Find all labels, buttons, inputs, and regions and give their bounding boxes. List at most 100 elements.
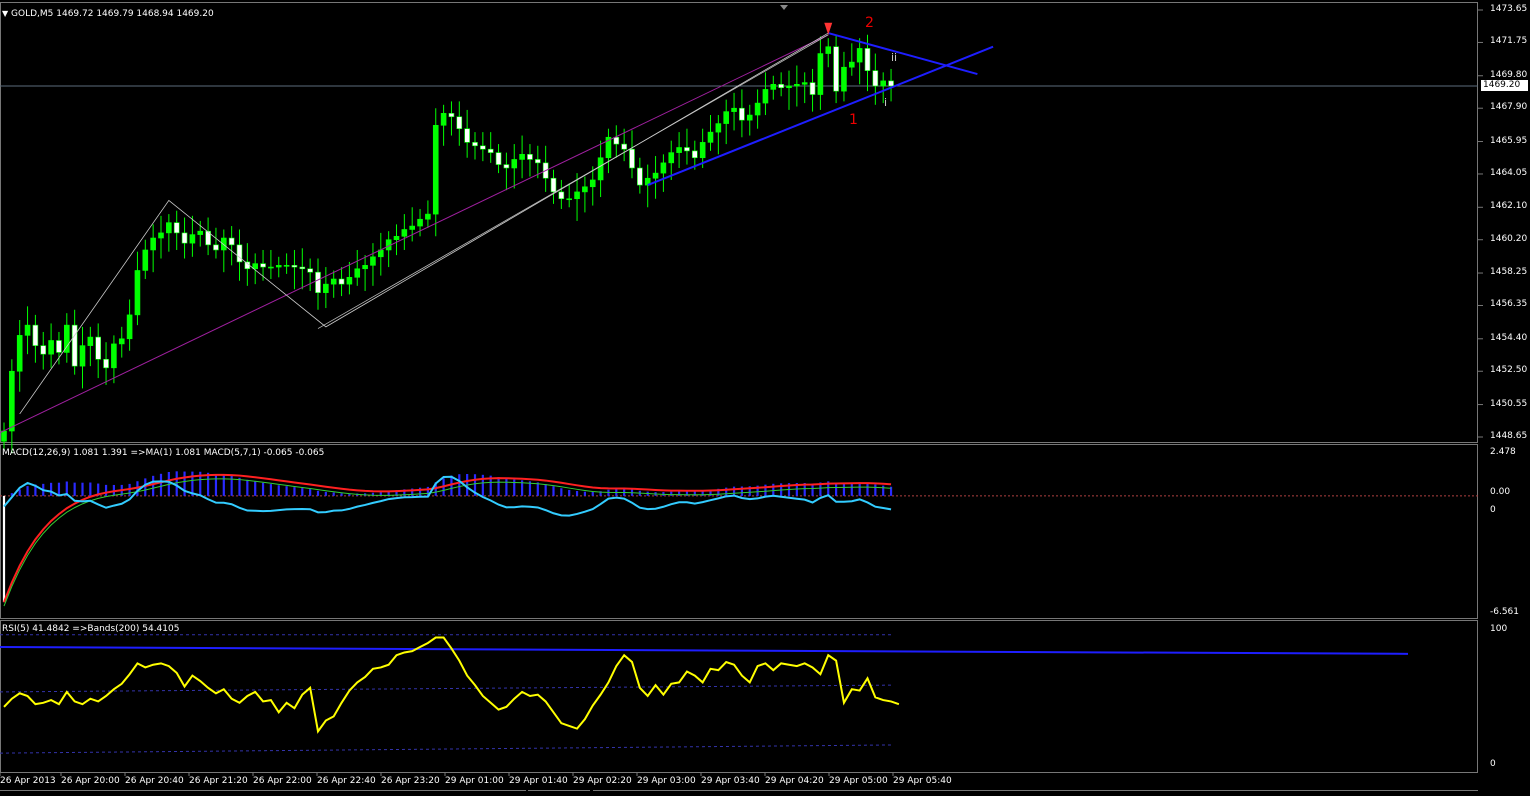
candle-body xyxy=(71,324,78,367)
candle-body xyxy=(825,46,832,54)
candle-body xyxy=(637,167,643,186)
candle-body xyxy=(495,152,502,165)
candle-body xyxy=(699,142,706,159)
candle-body xyxy=(817,53,824,95)
candle-body xyxy=(401,229,408,237)
candle-body xyxy=(558,191,565,200)
candle-body xyxy=(260,263,266,268)
candle-body xyxy=(252,263,258,270)
candle-body xyxy=(1,430,7,442)
rsi-tick-top: 100 xyxy=(1490,624,1508,634)
time-tick-label: 29 Apr 05:00 xyxy=(829,776,888,786)
price-tick-label: 1471.75 xyxy=(1490,36,1528,47)
time-tick-label: 26 Apr 22:40 xyxy=(317,776,376,786)
candle-body xyxy=(338,278,345,285)
price-tick-label: 1448.65 xyxy=(1490,431,1528,441)
candle-body xyxy=(582,186,588,193)
price-tick-label: 1465.95 xyxy=(1490,135,1528,146)
candle-body xyxy=(794,83,800,87)
scroll-marker-icon xyxy=(780,5,788,10)
price-tick-label: 1469.80 xyxy=(1490,69,1528,80)
price-tick-label: 1464.05 xyxy=(1490,167,1528,178)
candle-body xyxy=(354,268,361,278)
candle-body xyxy=(566,198,573,201)
candle-body xyxy=(550,177,557,193)
candle-body xyxy=(221,237,227,251)
candle-body xyxy=(268,266,274,269)
candle-body xyxy=(660,162,667,174)
symbol-header: ▼ GOLD,M5 1469.72 1469.79 1468.94 1469.2… xyxy=(2,9,214,19)
candle-body xyxy=(480,145,486,150)
candle-body xyxy=(527,154,533,160)
price-tick-label: 1456.35 xyxy=(1490,299,1528,310)
macd-title: MACD(12,26,9) 1.081 1.391 =>MA(1) 1.081 … xyxy=(2,448,325,458)
macd-tick-zero-right: 0 xyxy=(1490,505,1496,515)
time-tick-label: 26 Apr 21:20 xyxy=(189,776,248,786)
candle-body xyxy=(134,270,141,316)
candle-body xyxy=(432,124,439,215)
candle-body xyxy=(668,152,675,164)
rsi-lower-band xyxy=(0,744,892,754)
rsi-tick-bottom: 0 xyxy=(1490,759,1496,769)
candle-body xyxy=(425,213,431,220)
candle-body xyxy=(676,147,682,153)
candle-body xyxy=(346,277,353,285)
chart-tab-strip[interactable] xyxy=(0,790,526,796)
chart-tab[interactable] xyxy=(528,790,590,796)
candle-body xyxy=(723,111,730,124)
symbol-title: GOLD,M5 1469.72 1469.79 1468.94 1469.20 xyxy=(11,9,214,19)
candle-body xyxy=(87,336,94,346)
candle-body xyxy=(511,159,518,169)
time-tick-label: 26 Apr 23:20 xyxy=(381,776,440,786)
candle-body xyxy=(370,256,376,266)
wave-label-i: i xyxy=(884,96,888,109)
candle-body xyxy=(362,265,368,270)
chart-canvas[interactable] xyxy=(0,0,1530,795)
candle-body xyxy=(833,46,839,92)
candle-body xyxy=(503,164,510,169)
candle-body xyxy=(32,324,39,346)
candle-body xyxy=(118,338,125,345)
candle-body xyxy=(786,85,792,89)
candle-body xyxy=(150,237,156,251)
candle-body xyxy=(464,128,470,143)
candle-body xyxy=(393,236,400,241)
candle-body xyxy=(79,345,86,367)
candle-body xyxy=(888,80,894,87)
triangle-down-icon[interactable]: ▼ xyxy=(2,9,8,18)
candle-body xyxy=(621,143,627,150)
price-tick-label: 1458.25 xyxy=(1490,267,1528,278)
candle-body xyxy=(189,234,196,244)
channel-line-lower xyxy=(0,34,829,434)
candle-body xyxy=(48,340,54,355)
candle-body xyxy=(323,283,329,293)
candle-body xyxy=(330,278,337,285)
candle-body xyxy=(158,232,164,239)
time-tick-label: 26 Apr 22:00 xyxy=(253,776,312,786)
trendline-resistance xyxy=(827,32,978,76)
time-tick-label: 26 Apr 20:00 xyxy=(61,776,120,786)
time-tick-label: 29 Apr 01:40 xyxy=(509,776,568,786)
candle-body xyxy=(142,249,149,271)
candle-body xyxy=(315,271,321,293)
candle-body xyxy=(715,123,722,133)
candle-body xyxy=(166,222,172,234)
price-tick-label: 1462.10 xyxy=(1490,201,1528,212)
price-tick-label: 1454.40 xyxy=(1490,332,1528,343)
macd-tick-zero: 0.00 xyxy=(1490,487,1511,497)
candle-body xyxy=(856,48,863,63)
wave-label-ii: ii xyxy=(891,51,898,64)
chart-tab-strip-right[interactable] xyxy=(593,790,1478,796)
macd-tick-bottom: -6.561 xyxy=(1490,607,1520,617)
candle-body xyxy=(448,113,455,118)
candle-body xyxy=(291,265,298,268)
candle-body xyxy=(299,266,306,270)
candle-body xyxy=(707,131,714,143)
price-tick-label: 1473.65 xyxy=(1490,4,1528,14)
candle-body xyxy=(456,116,463,130)
candle-body xyxy=(283,265,290,267)
candle-body xyxy=(778,83,784,89)
time-tick-label: 29 Apr 03:40 xyxy=(701,776,760,786)
time-tick-label: 29 Apr 01:00 xyxy=(445,776,504,786)
candle-body xyxy=(589,179,596,188)
